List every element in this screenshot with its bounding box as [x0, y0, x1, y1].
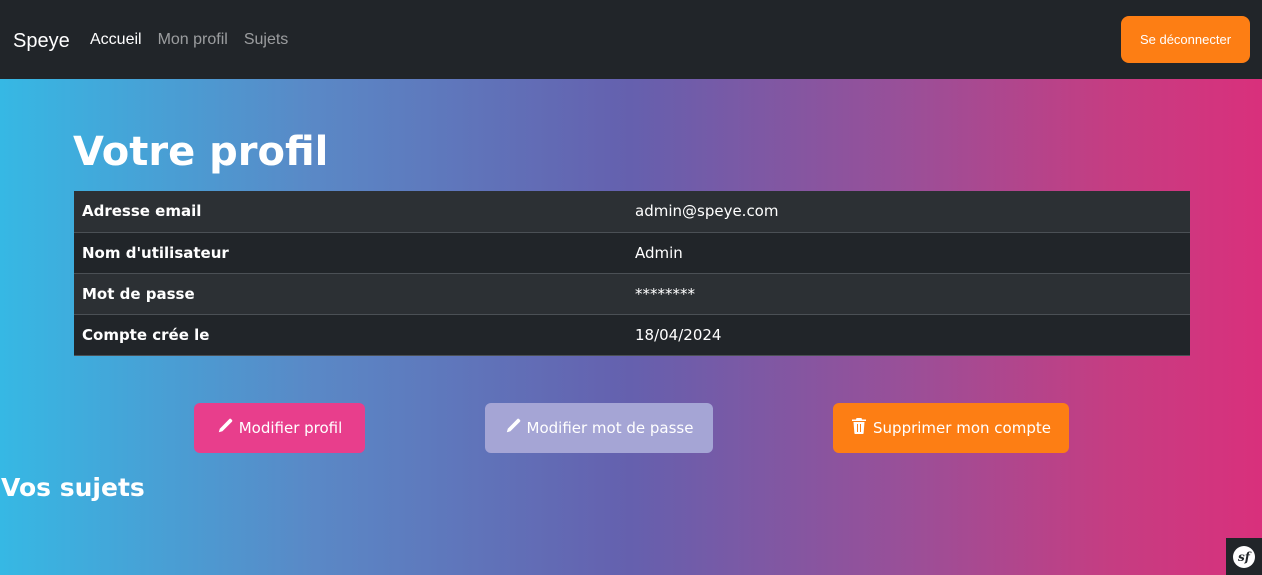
row-value: Admin [627, 232, 1190, 274]
nav-links: Accueil Mon profil Sujets [90, 30, 288, 50]
row-label: Compte crée le [74, 314, 627, 356]
table-row: Mot de passe ******** [74, 273, 1190, 315]
table-row: Adresse email admin@speye.com [74, 191, 1190, 233]
row-value: admin@speye.com [627, 191, 1190, 233]
table-row: Compte crée le 18/04/2024 [74, 314, 1190, 356]
subjects-section-title: Vos sujets [1, 473, 145, 502]
edit-profile-label: Modifier profil [238, 419, 343, 437]
symfony-logo-icon: sf [1233, 545, 1255, 568]
row-label: Nom d'utilisateur [74, 232, 627, 274]
nav-link-accueil[interactable]: Accueil [90, 30, 142, 50]
pencil-icon [505, 418, 521, 438]
row-value: ******** [627, 273, 1190, 315]
symfony-debug-toolbar-toggle[interactable]: sf [1226, 538, 1262, 575]
edit-password-button[interactable]: Modifier mot de passe [485, 403, 713, 453]
delete-account-button[interactable]: Supprimer mon compte [833, 403, 1069, 453]
profile-table: Adresse email admin@speye.com Nom d'util… [74, 191, 1190, 356]
logout-button[interactable]: Se déconnecter [1121, 16, 1250, 63]
pencil-icon [217, 418, 233, 438]
nav-link-mon-profil[interactable]: Mon profil [158, 30, 228, 50]
page-title: Votre profil [73, 129, 329, 175]
top-navbar: Speye Accueil Mon profil Sujets Se décon… [0, 0, 1262, 79]
row-label: Mot de passe [74, 273, 627, 315]
row-label: Adresse email [74, 191, 627, 233]
brand-link[interactable]: Speye [13, 29, 70, 53]
row-value: 18/04/2024 [627, 314, 1190, 356]
table-row: Nom d'utilisateur Admin [74, 232, 1190, 274]
nav-link-sujets[interactable]: Sujets [244, 30, 288, 50]
edit-profile-button[interactable]: Modifier profil [194, 403, 365, 453]
delete-account-label: Supprimer mon compte [873, 419, 1051, 437]
trash-icon [851, 418, 867, 438]
edit-password-label: Modifier mot de passe [526, 419, 694, 437]
